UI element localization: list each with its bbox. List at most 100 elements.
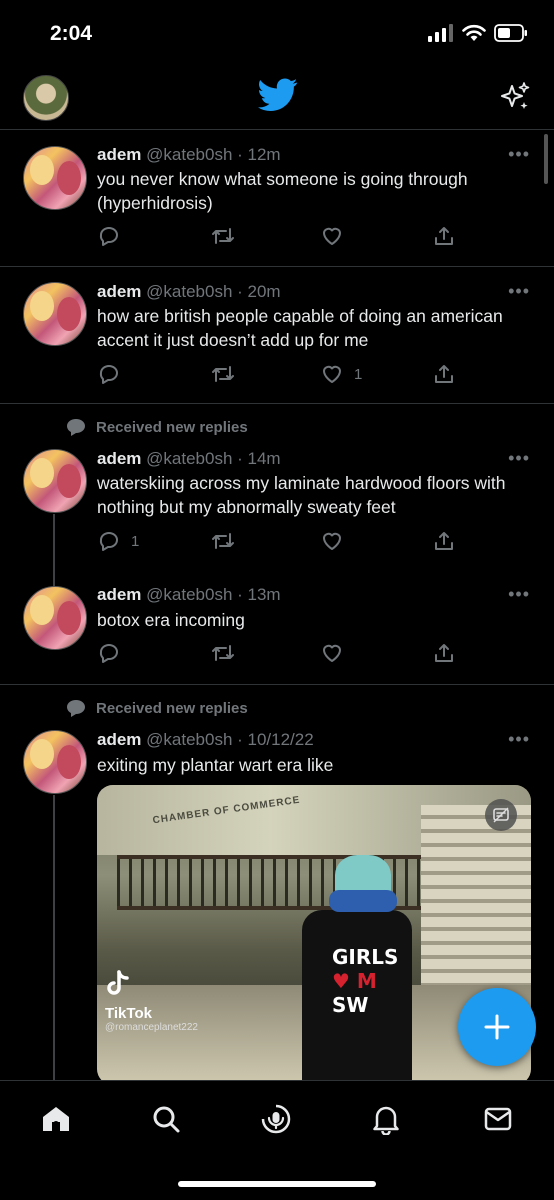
tab-spaces[interactable] (258, 1101, 294, 1137)
video-person-hair (329, 890, 397, 912)
tweet-text: you never know what someone is going thr… (97, 169, 468, 213)
more-options-icon[interactable]: ••• (508, 584, 530, 605)
reply-icon (99, 227, 118, 246)
share-button[interactable] (432, 224, 456, 248)
video-shirt-text: GIRLS ♥ M SW (332, 945, 398, 1017)
battery-icon (494, 24, 527, 42)
status-icons (428, 24, 528, 42)
timeline[interactable]: adem @kateb0sh · 12m ••• you never know … (0, 130, 554, 1080)
tweet-actions: 1 (97, 529, 457, 555)
tweet-header: adem @kateb0sh · 20m (97, 282, 281, 302)
home-indicator[interactable] (178, 1181, 376, 1187)
more-options-icon[interactable]: ••• (508, 448, 530, 469)
retweet-button[interactable] (210, 362, 236, 386)
reply-button[interactable]: 1 (97, 529, 139, 553)
author-name[interactable]: adem (97, 282, 141, 301)
compose-tweet-button[interactable] (458, 988, 536, 1066)
tweet-actions (97, 224, 457, 250)
tweet[interactable]: adem @kateb0sh · 12m ••• you never know … (0, 130, 554, 266)
twitter-bird-icon[interactable] (258, 78, 298, 112)
more-options-icon[interactable]: ••• (508, 729, 530, 750)
video-railing (117, 855, 447, 910)
avatar[interactable] (23, 449, 87, 513)
like-button[interactable] (320, 529, 354, 553)
media-settings-button[interactable] (485, 799, 517, 831)
share-button[interactable] (432, 529, 456, 553)
wifi-icon (462, 24, 486, 41)
shirt-line: SW (332, 993, 369, 1017)
heart-icon (323, 365, 341, 383)
author-handle-time: @kateb0sh · 20m (146, 282, 281, 301)
reply-button[interactable] (97, 641, 131, 665)
like-button[interactable] (320, 224, 354, 248)
tiktok-icon (107, 970, 129, 995)
share-icon (435, 365, 453, 383)
author-name[interactable]: adem (97, 730, 141, 749)
tab-home[interactable] (38, 1101, 74, 1137)
retweet-button[interactable] (210, 529, 236, 553)
share-button[interactable] (432, 362, 456, 386)
context-text: Received new replies (96, 699, 248, 717)
tab-messages[interactable] (480, 1101, 516, 1137)
thread-line (53, 795, 55, 1080)
heart-icon (323, 644, 341, 662)
author-name[interactable]: adem (97, 145, 141, 164)
retweet-icon (212, 228, 234, 244)
plus-icon (484, 1014, 510, 1040)
status-time: 2:04 (50, 22, 93, 45)
retweet-icon (212, 533, 234, 549)
tweet-actions: 1 (97, 362, 457, 388)
tweet[interactable]: adem @kateb0sh · 20m ••• how are british… (0, 267, 554, 403)
avatar[interactable] (23, 730, 87, 794)
author-name[interactable]: adem (97, 449, 141, 468)
avatar[interactable] (23, 586, 87, 650)
heart-icon (323, 532, 341, 550)
reply-icon (99, 365, 118, 384)
spaces-icon (261, 1104, 291, 1134)
share-button[interactable] (432, 641, 456, 665)
like-button[interactable]: 1 (320, 362, 362, 386)
profile-avatar[interactable] (23, 75, 69, 121)
avatar[interactable] (23, 282, 87, 346)
tab-notifications[interactable] (368, 1101, 404, 1137)
context-label: Received new replies (66, 418, 248, 436)
tweet-text: how are british people capable of doing … (97, 306, 503, 350)
tweet-text: exiting my plantar wart era like (97, 755, 334, 775)
cellular-signal-icon (428, 24, 453, 42)
share-icon (435, 532, 453, 550)
reply-count: 1 (131, 532, 140, 550)
retweet-button[interactable] (210, 224, 236, 248)
retweet-button[interactable] (210, 641, 236, 665)
author-name[interactable]: adem (97, 585, 141, 604)
video-stairs (421, 805, 531, 1015)
reply-button[interactable] (97, 224, 131, 248)
search-icon (153, 1106, 180, 1133)
like-count: 1 (354, 365, 363, 383)
tiktok-name: TikTok (105, 1005, 152, 1022)
video-settings-icon (493, 807, 509, 823)
envelope-icon (484, 1107, 512, 1131)
bell-icon (373, 1106, 399, 1135)
avatar[interactable] (23, 146, 87, 210)
context-label: Received new replies (66, 699, 248, 717)
tweet[interactable]: adem @kateb0sh · 13m ••• botox era incom… (0, 570, 554, 684)
sparkle-icon[interactable] (498, 80, 532, 114)
shirt-line: GIRLS (332, 945, 399, 969)
author-handle-time: @kateb0sh · 12m (146, 145, 281, 164)
heart-icon (323, 227, 341, 245)
more-options-icon[interactable]: ••• (508, 144, 530, 165)
reply-button[interactable] (97, 362, 131, 386)
tweet-header: adem @kateb0sh · 12m (97, 145, 281, 165)
status-bar: 2:04 (0, 0, 554, 70)
like-button[interactable] (320, 641, 354, 665)
tweet[interactable]: Received new replies adem @kateb0sh · 14… (0, 404, 554, 594)
tab-search[interactable] (148, 1101, 184, 1137)
tweet-header: adem @kateb0sh · 10/12/22 (97, 730, 314, 750)
author-handle-time: @kateb0sh · 13m (146, 585, 281, 604)
more-options-icon[interactable]: ••• (508, 281, 530, 302)
retweet-icon (212, 645, 234, 661)
share-icon (435, 227, 453, 245)
tweet-text: waterskiing across my laminate hardwood … (97, 473, 506, 517)
home-icon (43, 1107, 69, 1131)
author-handle-time: @kateb0sh · 10/12/22 (146, 730, 314, 749)
